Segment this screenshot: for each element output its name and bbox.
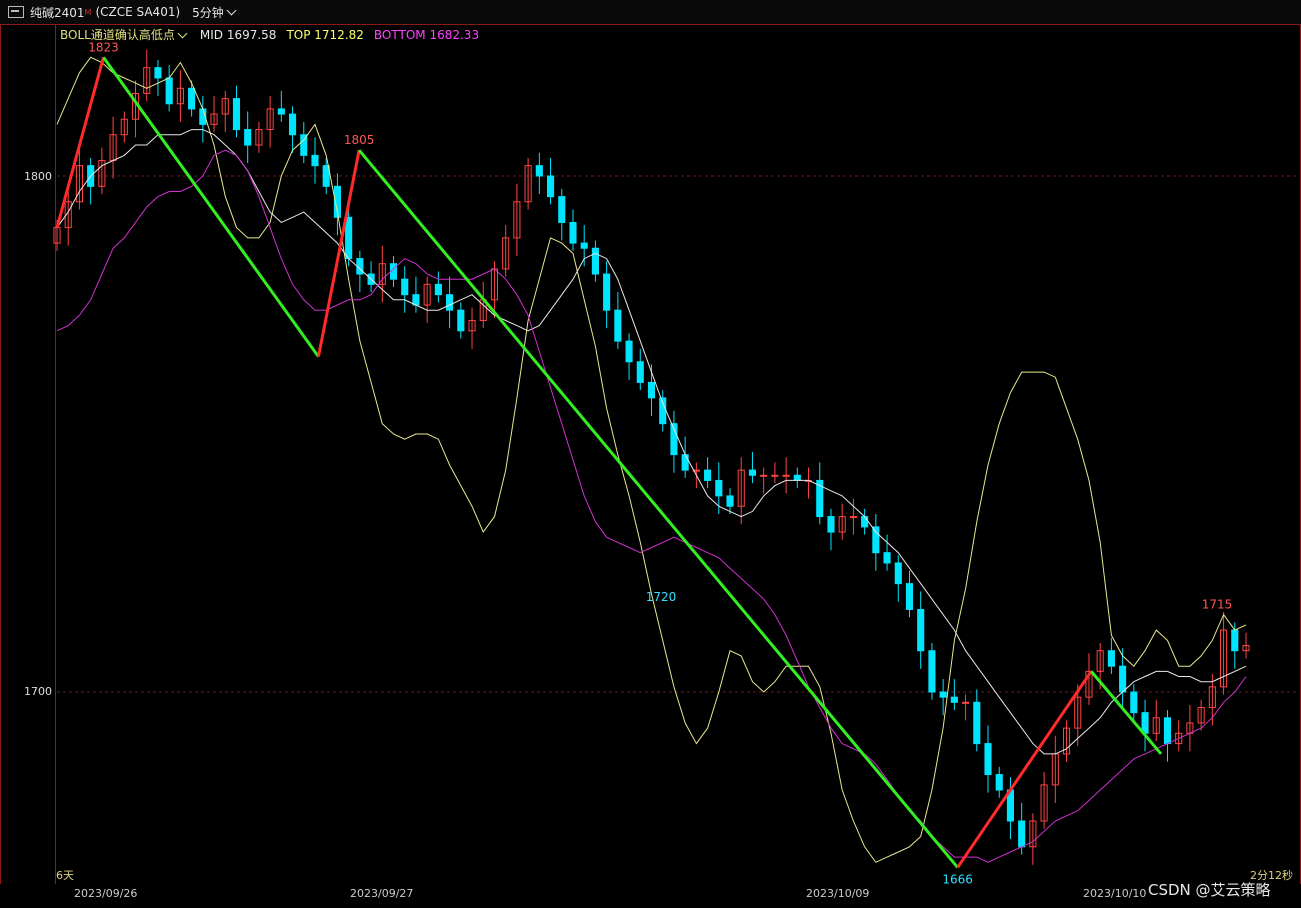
candle-body-72	[861, 516, 869, 528]
candle-body-58	[704, 469, 712, 481]
candle-body-83	[984, 743, 992, 776]
candle-body-26	[345, 216, 353, 260]
candle-body-78	[928, 650, 936, 693]
annotation-low-label: 1720	[646, 590, 677, 604]
candle-body-17	[244, 129, 252, 146]
zigzag-segment-3	[357, 149, 959, 869]
candle-body-51	[625, 340, 633, 363]
candle-body-60	[726, 495, 734, 507]
candle-body-65	[782, 474, 790, 477]
candle-body-12	[188, 87, 196, 110]
candle-body-62	[748, 469, 757, 476]
price-chart[interactable]: 18231805166617201715	[0, 0, 1301, 908]
candle-body-79	[939, 691, 947, 698]
boll-bottom-line	[56, 149, 1247, 863]
candle-body-64	[771, 474, 779, 477]
candle-body-75	[894, 562, 902, 585]
x-tick-1: 2023/09/27	[350, 887, 414, 900]
zigzag-segment-1	[102, 56, 320, 358]
candle-body-34	[434, 283, 442, 296]
candle-body-44	[546, 175, 555, 198]
candle-body-47	[580, 242, 588, 249]
candle-body-52	[636, 361, 644, 383]
candle-body-9	[154, 67, 162, 79]
candle-body-56	[681, 454, 689, 471]
candle-body-43	[535, 165, 543, 177]
candle-body-49	[603, 273, 611, 311]
candle-body-73	[872, 526, 880, 554]
candle-body-96	[1130, 691, 1138, 714]
candle-body-16	[232, 98, 241, 131]
candle-body-105	[1231, 629, 1239, 652]
x-tick-3: 2023/10/10	[1083, 887, 1147, 900]
watermark: CSDN @艾云策略	[1148, 881, 1271, 899]
candle-body-71	[849, 516, 857, 519]
candle-body-46	[569, 221, 577, 244]
candle-body-63	[760, 474, 768, 477]
candle-body-69	[827, 516, 835, 533]
candle-body-45	[558, 196, 566, 223]
swing-label-1: 1823	[88, 40, 119, 54]
candle-body-59	[715, 479, 723, 497]
candle-body-32	[412, 294, 420, 306]
candle-body-86	[1018, 820, 1026, 848]
candle-body-23	[311, 154, 319, 167]
candle-body-21	[289, 113, 297, 136]
candle-body-84	[995, 774, 1003, 791]
candle-body-10	[165, 77, 173, 105]
x-tick-2: 2023/10/09	[806, 887, 870, 900]
candle-body-36	[457, 309, 465, 332]
candle-body-77	[917, 608, 925, 652]
annotation-high-label: 1715	[1202, 598, 1233, 612]
x-tick-0: 2023/09/26	[74, 887, 138, 900]
candle-body-31	[401, 278, 409, 296]
candle-body-76	[905, 583, 914, 610]
candle-body-66	[793, 474, 801, 481]
candle-body-81	[962, 701, 970, 704]
candle-body-53	[647, 381, 656, 399]
candle-body-35	[446, 294, 454, 311]
boll-top-line	[56, 56, 1247, 863]
candle-body-94	[1107, 650, 1115, 667]
candle-body-95	[1119, 665, 1127, 693]
swing-label-3: 1805	[344, 133, 375, 147]
range-label: 6天	[56, 869, 74, 882]
candle-body-80	[950, 696, 958, 703]
candle-body-48	[591, 247, 599, 275]
candle-body-20	[277, 108, 285, 115]
candle-body-99	[1163, 717, 1172, 745]
candle-body-82	[973, 701, 981, 745]
candle-body-50	[614, 309, 622, 342]
candle-body-74	[883, 552, 891, 564]
